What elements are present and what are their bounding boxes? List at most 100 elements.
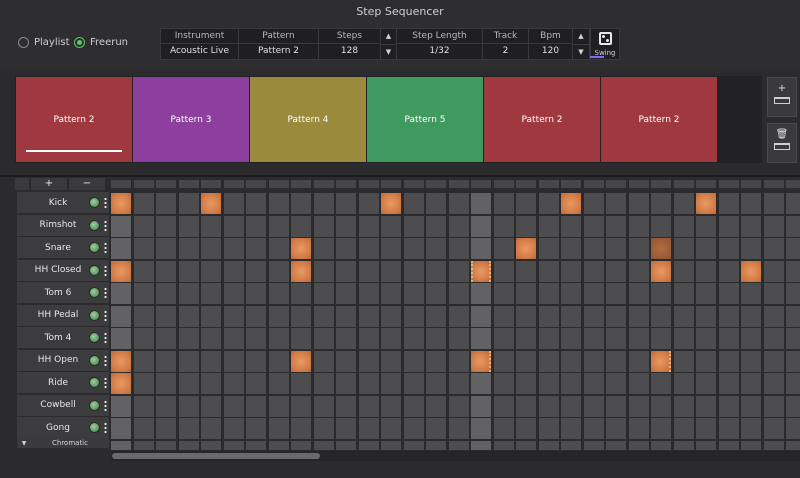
step-cell[interactable] <box>336 395 356 417</box>
step-cell[interactable] <box>628 215 649 237</box>
step-cell[interactable] <box>651 373 671 394</box>
step-cell[interactable] <box>538 215 559 237</box>
step-cell[interactable] <box>133 418 154 439</box>
step-cell[interactable] <box>493 215 514 237</box>
step-cell[interactable] <box>786 373 800 394</box>
step-cell[interactable] <box>583 238 604 259</box>
step-cell[interactable] <box>718 215 739 237</box>
volume-knob-icon[interactable] <box>89 219 100 231</box>
step-cell[interactable] <box>673 238 694 259</box>
step-header[interactable] <box>538 180 559 188</box>
step-cell[interactable] <box>133 328 154 349</box>
step-cell[interactable] <box>538 373 559 394</box>
step-cell[interactable] <box>786 193 800 214</box>
step-cell[interactable] <box>606 328 626 349</box>
step-cell[interactable] <box>246 395 266 417</box>
step-cell[interactable] <box>786 238 800 259</box>
step-cell[interactable] <box>516 283 536 304</box>
step-cell[interactable] <box>471 305 491 327</box>
step-cell[interactable] <box>291 260 311 282</box>
step-cell[interactable] <box>381 305 401 327</box>
step-cell[interactable] <box>313 238 334 259</box>
more-options-icon[interactable] <box>104 399 107 411</box>
step-header[interactable] <box>381 180 401 188</box>
step-cell[interactable] <box>538 328 559 349</box>
instrument-row[interactable]: HH Closed <box>17 259 109 281</box>
step-cell[interactable] <box>651 305 671 327</box>
step-cell[interactable] <box>786 418 800 439</box>
step-cell[interactable] <box>268 418 289 439</box>
step-cell[interactable] <box>516 260 536 282</box>
step-cell[interactable] <box>156 215 176 237</box>
step-cell[interactable] <box>336 373 356 394</box>
step-cell[interactable] <box>628 305 649 327</box>
step-cell[interactable] <box>471 193 491 214</box>
step-cell[interactable] <box>718 350 739 372</box>
step-cell[interactable] <box>246 328 266 349</box>
step-header[interactable] <box>111 180 131 188</box>
step-header[interactable] <box>313 180 334 188</box>
step-cell[interactable] <box>493 238 514 259</box>
step-cell[interactable] <box>156 440 176 450</box>
step-header[interactable] <box>426 180 446 188</box>
step-cell[interactable] <box>133 193 154 214</box>
step-cell[interactable] <box>741 238 761 259</box>
step-cell[interactable] <box>133 373 154 394</box>
volume-knob-icon[interactable] <box>89 264 100 276</box>
step-cell[interactable] <box>763 418 784 439</box>
step-cell[interactable] <box>583 440 604 450</box>
step-cell[interactable] <box>201 418 221 439</box>
step-cell[interactable] <box>426 283 446 304</box>
more-options-icon[interactable] <box>104 219 107 231</box>
step-header[interactable] <box>493 180 514 188</box>
step-cell[interactable] <box>381 260 401 282</box>
step-header[interactable] <box>223 180 244 188</box>
step-cell[interactable] <box>336 215 356 237</box>
step-cell[interactable] <box>651 283 671 304</box>
pattern-block[interactable]: Pattern 2 <box>601 77 717 162</box>
volume-knob-icon[interactable] <box>89 309 100 321</box>
volume-knob-icon[interactable] <box>89 377 100 388</box>
more-options-icon[interactable] <box>104 242 107 253</box>
step-cell[interactable] <box>403 440 424 450</box>
step-cell[interactable] <box>246 283 266 304</box>
step-cell[interactable] <box>516 395 536 417</box>
step-cell[interactable] <box>606 418 626 439</box>
step-cell[interactable] <box>426 440 446 450</box>
step-cell[interactable] <box>516 350 536 372</box>
step-header[interactable] <box>471 180 491 188</box>
step-cell[interactable] <box>448 395 469 417</box>
step-cell[interactable] <box>673 328 694 349</box>
step-header[interactable] <box>628 180 649 188</box>
volume-knob-icon[interactable] <box>89 332 100 343</box>
step-cell[interactable] <box>268 395 289 417</box>
step-cell[interactable] <box>403 328 424 349</box>
step-cell[interactable] <box>111 395 131 417</box>
step-cell[interactable] <box>403 305 424 327</box>
step-cell[interactable] <box>763 215 784 237</box>
step-cell[interactable] <box>561 215 581 237</box>
step-cell[interactable] <box>583 283 604 304</box>
instrument-row[interactable]: Ride <box>17 372 109 393</box>
step-cell[interactable] <box>381 373 401 394</box>
step-cell[interactable] <box>538 238 559 259</box>
step-cell[interactable] <box>223 238 244 259</box>
step-cell[interactable] <box>291 305 311 327</box>
mode-playlist-radio[interactable]: Playlist <box>18 37 70 48</box>
step-cell[interactable] <box>786 350 800 372</box>
step-cell[interactable] <box>696 395 716 417</box>
step-cell[interactable] <box>606 260 626 282</box>
step-cell[interactable] <box>493 305 514 327</box>
step-cell[interactable] <box>291 373 311 394</box>
step-cell[interactable] <box>381 283 401 304</box>
step-cell[interactable] <box>651 350 671 372</box>
step-cell[interactable] <box>538 395 559 417</box>
step-cell[interactable] <box>561 395 581 417</box>
step-cell[interactable] <box>111 305 131 327</box>
step-cell[interactable] <box>718 373 739 394</box>
step-cell[interactable] <box>651 238 671 259</box>
step-cell[interactable] <box>358 418 379 439</box>
step-cell[interactable] <box>223 215 244 237</box>
bpm-column[interactable]: Bpm 120 <box>529 29 573 59</box>
step-cell[interactable] <box>628 328 649 349</box>
